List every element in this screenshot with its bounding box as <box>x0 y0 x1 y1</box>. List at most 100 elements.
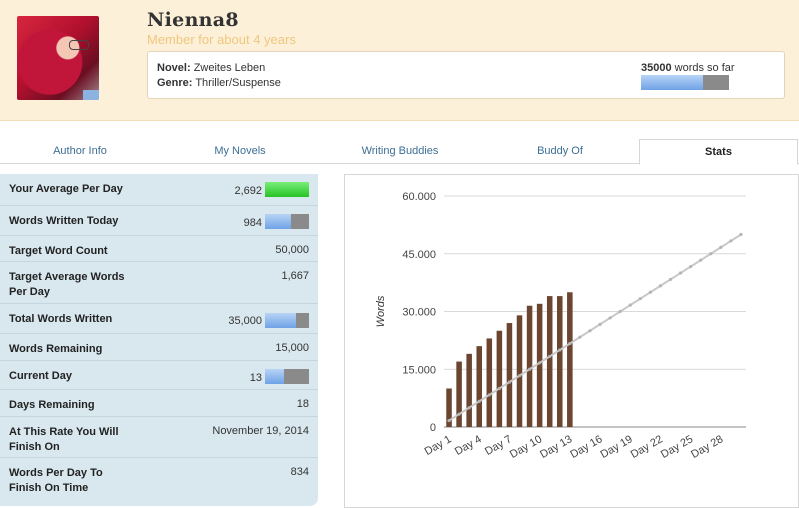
target-point <box>477 399 481 403</box>
stat-row: Target Average Words Per Day 1,667 <box>0 262 318 304</box>
stat-row: Current Day 13 <box>0 361 318 390</box>
chart-bar <box>526 305 533 427</box>
stat-value: 13 <box>249 372 262 384</box>
y-tick-label: 30.000 <box>402 307 436 319</box>
words-count: 35000 <box>641 62 672 74</box>
novel-summary: Novel: Zweites Leben Genre: Thriller/Sus… <box>147 51 785 99</box>
stats-panel: Your Average Per Day 2,692 Words Written T… <box>0 174 318 506</box>
target-point <box>588 329 592 333</box>
target-point <box>638 297 642 301</box>
target-point <box>668 277 673 282</box>
stat-value: 2,692 <box>234 185 262 197</box>
target-line <box>448 233 742 422</box>
chart-bar <box>466 353 472 427</box>
stat-progress-fill <box>265 182 309 197</box>
target-point <box>548 354 552 359</box>
avatar[interactable] <box>17 16 99 100</box>
genre-label: Genre: <box>157 77 193 89</box>
x-tick-label: Day 19 <box>599 433 635 461</box>
target-point <box>507 380 512 384</box>
x-tick-label: Day 22 <box>629 433 665 461</box>
username: Nienna8 <box>147 9 239 31</box>
x-tick-label: Day 16 <box>568 433 604 461</box>
stat-row: Words Written Today 984 <box>0 206 318 236</box>
stat-row: Your Average Per Day 2,692 <box>0 174 318 206</box>
genre-line: Genre: Thriller/Suspense <box>157 77 281 89</box>
stat-row: Days Remaining 18 <box>0 390 318 417</box>
stat-progress-fill <box>265 214 291 229</box>
stat-progress-bar <box>265 313 309 328</box>
target-point <box>447 418 451 423</box>
target-point <box>538 361 542 365</box>
chart-bar <box>456 361 462 427</box>
target-point <box>467 406 471 410</box>
stat-progress-bar <box>265 369 309 384</box>
target-point <box>739 232 743 237</box>
target-point <box>558 348 562 352</box>
x-tick-label: Day 10 <box>508 433 544 461</box>
target-point <box>719 245 723 249</box>
tab-my-novels[interactable]: My Novels <box>160 139 320 164</box>
target-point <box>709 252 713 256</box>
stat-label: At This Rate You Will Finish On <box>9 426 119 453</box>
stat-label: Words Written Today <box>9 215 119 227</box>
chart-bar <box>476 346 483 427</box>
stat-label: Days Remaining <box>9 399 95 411</box>
target-point <box>689 264 693 269</box>
profile-tabs: Author Info My Novels Writing Buddies Buddy… <box>0 139 799 165</box>
stat-value: 15,000 <box>275 342 309 354</box>
x-tick-label: Day 28 <box>689 433 725 461</box>
target-point <box>729 239 733 243</box>
x-tick-label: Day 4 <box>453 433 484 458</box>
target-point <box>648 290 652 294</box>
stat-row: Words Per Day To Finish On Time 834 <box>0 458 318 506</box>
target-point <box>517 374 522 378</box>
stat-progress-bar <box>265 214 309 229</box>
chart-bar <box>556 296 563 427</box>
x-tick-label: Day 1 <box>423 433 454 458</box>
x-tick-label: Day 25 <box>659 433 695 461</box>
target-point <box>678 271 683 275</box>
avatar-background-detail <box>83 90 99 100</box>
target-point <box>457 412 461 416</box>
x-tick-label: Day 13 <box>538 433 574 461</box>
y-tick-label: 45.000 <box>402 249 436 261</box>
stat-label: Target Average Words Per Day <box>9 271 125 298</box>
stat-value: 834 <box>290 466 309 478</box>
chart-bar <box>546 296 553 427</box>
target-point <box>487 393 491 397</box>
chart-bar <box>486 338 493 427</box>
stat-label: Total Words Written <box>9 313 113 325</box>
y-tick-label: 0 <box>430 422 436 434</box>
stat-label: Current Day <box>9 370 72 382</box>
stat-value: 18 <box>296 398 309 410</box>
chart-bar <box>496 330 503 427</box>
target-point <box>608 316 612 320</box>
target-point <box>578 335 582 339</box>
novel-progress-fill <box>641 75 703 90</box>
stat-progress-fill <box>265 369 284 384</box>
words-so-far: 35000 words so far <box>641 62 735 74</box>
novel-line: Novel: Zweites Leben <box>157 62 265 74</box>
tab-writing-buddies[interactable]: Writing Buddies <box>320 139 480 164</box>
stat-value: 50,000 <box>275 244 309 256</box>
tab-author-info[interactable]: Author Info <box>0 139 160 164</box>
stat-label: Target Word Count <box>9 245 108 257</box>
novel-label: Novel: <box>157 62 191 74</box>
stat-progress-bar <box>265 182 309 197</box>
member-since: Member for about 4 years <box>147 32 296 47</box>
stat-label: Your Average Per Day <box>9 183 123 195</box>
y-tick-label: 15.000 <box>402 364 436 376</box>
stat-value: November 19, 2014 <box>212 425 309 437</box>
novel-progress-bar <box>641 75 729 90</box>
tab-buddy-of[interactable]: Buddy Of <box>480 139 640 164</box>
stat-label: Words Remaining <box>9 343 103 355</box>
stat-row: At This Rate You Will Finish On November … <box>0 417 318 458</box>
tab-stats[interactable]: Stats <box>639 139 798 165</box>
chart-bar <box>506 323 513 427</box>
words-suffix: words so far <box>674 62 735 74</box>
avatar-glasses-detail <box>69 40 89 50</box>
stat-progress-fill <box>265 313 296 328</box>
novel-title[interactable]: Zweites Leben <box>194 62 266 74</box>
target-point <box>618 309 622 314</box>
